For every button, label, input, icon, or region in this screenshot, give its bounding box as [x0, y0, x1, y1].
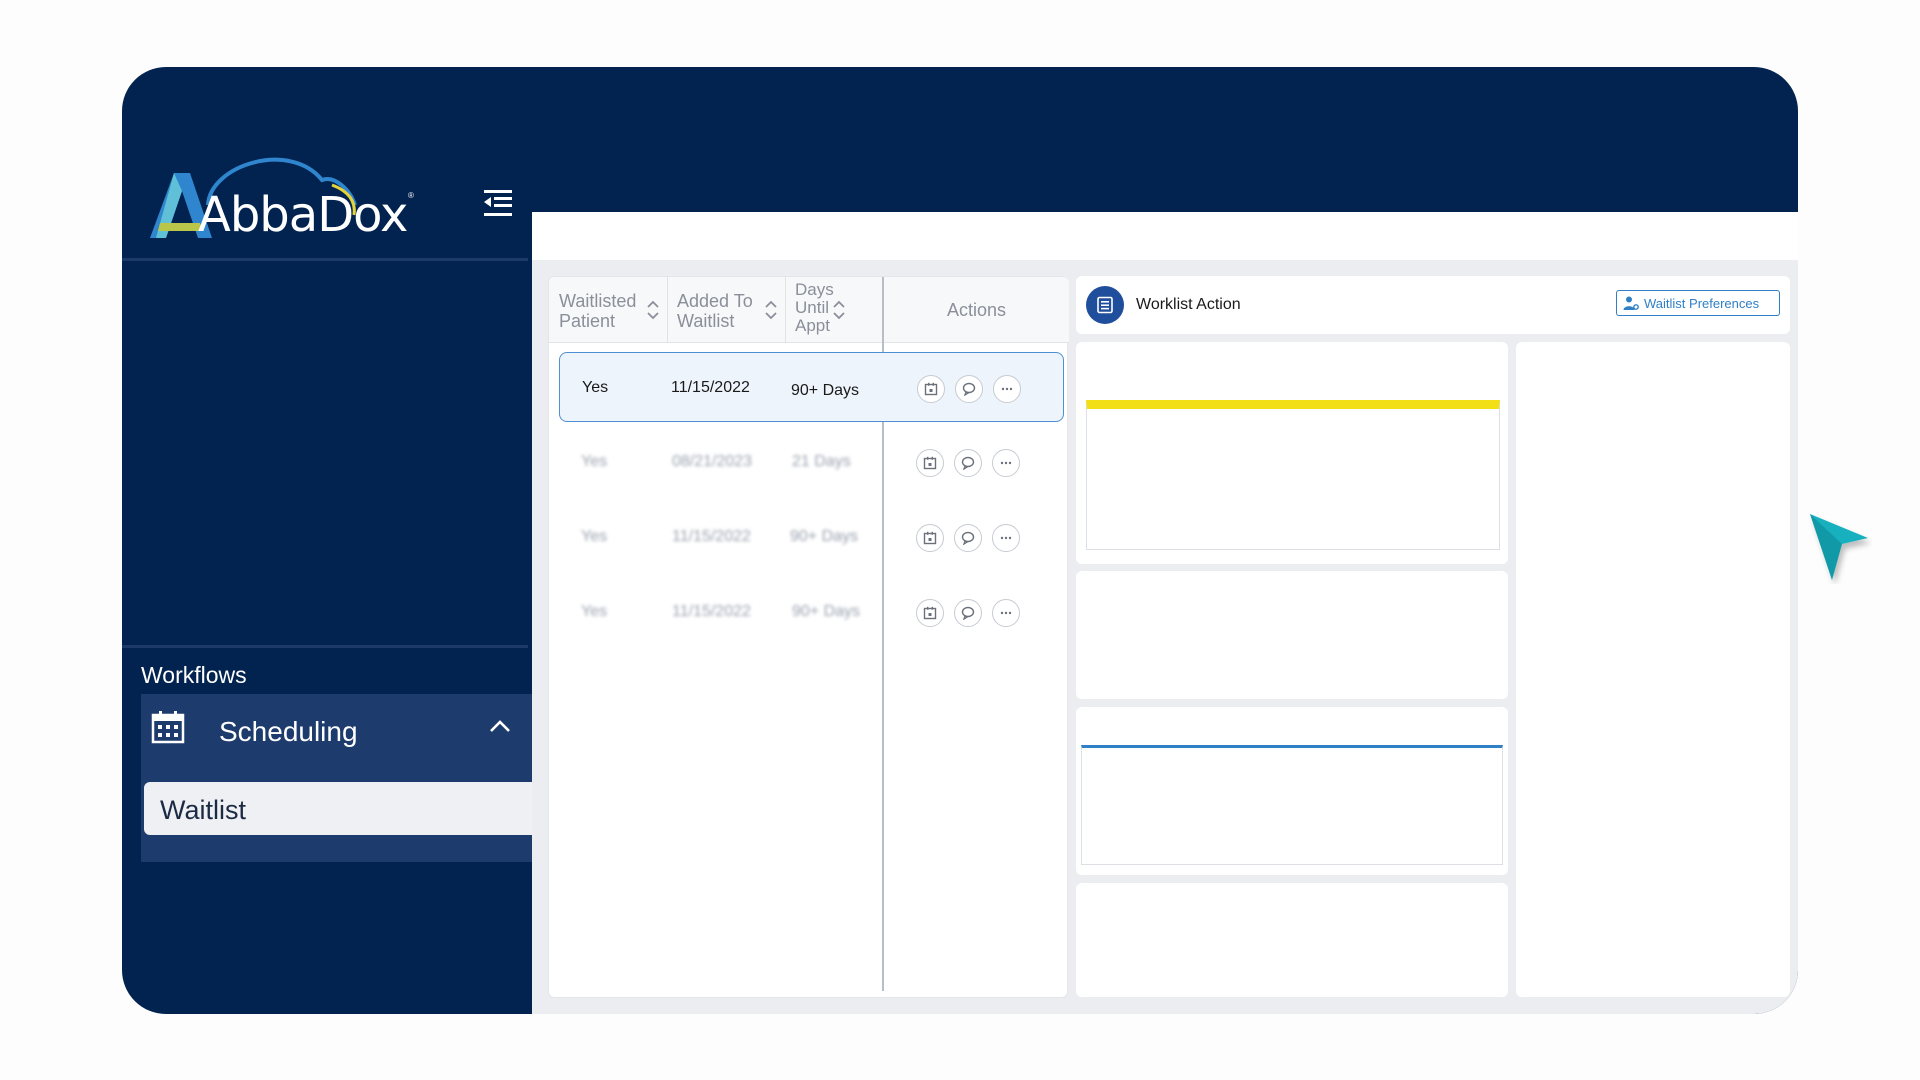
more-icon: [1000, 611, 1012, 615]
table-header: Waitlisted Patient Added To Waitlist Days U…: [549, 277, 1069, 343]
comment-button[interactable]: [954, 599, 982, 627]
user-settings-icon: [1623, 296, 1639, 310]
comment-icon: [962, 382, 976, 396]
column-days-until-appt[interactable]: Days Until Appt: [785, 277, 882, 343]
chevron-up-icon[interactable]: [486, 714, 514, 738]
cell-days-until: 90+ Days: [791, 382, 860, 399]
column-label: Waitlist: [677, 311, 735, 331]
side-panel: [1516, 342, 1790, 997]
cell-added-date: 08/21/2023: [672, 453, 753, 470]
top-bar: [532, 212, 1798, 260]
column-waitlisted-patient[interactable]: Waitlisted Patient: [549, 277, 667, 343]
cursor-pointer-icon: [1810, 514, 1868, 580]
calendar-icon: [151, 711, 185, 744]
sidebar-item-scheduling[interactable]: Scheduling: [141, 694, 534, 782]
sidebar-divider: [122, 258, 528, 261]
collapse-sidebar-icon[interactable]: [480, 187, 516, 219]
cell-waitlisted: Yes: [582, 379, 609, 396]
column-label: Added To: [677, 291, 753, 311]
cell-added-date: 11/15/2022: [672, 528, 751, 545]
waitlist-preferences-button[interactable]: Waitlist Preferences: [1616, 290, 1780, 316]
calendar-icon: [923, 456, 937, 470]
table-row[interactable]: Yes 11/15/2022 90+ Days: [559, 577, 1064, 647]
logo-wordmark: AbbaDox: [198, 187, 408, 243]
column-label: Appt: [795, 316, 830, 335]
more-icon: [1000, 536, 1012, 540]
main-content: Waitlisted Patient Added To Waitlist Days U…: [532, 260, 1798, 1014]
column-label: Patient: [559, 311, 616, 331]
more-options-button[interactable]: [992, 524, 1020, 552]
calendar-icon: [923, 606, 937, 620]
more-options-button[interactable]: [992, 449, 1020, 477]
sidebar-divider: [122, 645, 528, 648]
cell-days-until: 21 Days: [792, 453, 851, 470]
cell-days-until: 90+ Days: [792, 603, 861, 620]
calendar-icon: [924, 382, 938, 396]
cell-waitlisted: Yes: [581, 453, 608, 470]
schedule-button[interactable]: [916, 524, 944, 552]
column-label: Waitlisted: [559, 291, 637, 311]
worklist-action-header: Worklist Action Waitlist Preferences: [1076, 276, 1790, 334]
app-window: AbbaDox ® Workflows Scheduling Waitlist …: [122, 67, 1798, 1014]
cell-days-until: 90+ Days: [790, 528, 859, 545]
sidebar-item-waitlist[interactable]: Waitlist: [144, 782, 534, 835]
worklist-card: [1076, 571, 1508, 699]
comment-icon: [961, 531, 975, 545]
detail-panel: [1081, 745, 1503, 865]
comment-button[interactable]: [954, 449, 982, 477]
column-added-to-waitlist[interactable]: Added To Waitlist: [667, 277, 785, 343]
worklist-action-title: Worklist Action: [1136, 296, 1241, 313]
more-options-button[interactable]: [992, 599, 1020, 627]
schedule-button[interactable]: [917, 375, 945, 403]
worklist-card: [1076, 883, 1508, 997]
more-icon: [1000, 461, 1012, 465]
waitlist-table: Waitlisted Patient Added To Waitlist Days U…: [548, 276, 1069, 998]
table-row[interactable]: Yes 08/21/2023 21 Days: [559, 427, 1064, 497]
table-row[interactable]: Yes 11/15/2022 90+ Days: [559, 352, 1064, 422]
more-options-button[interactable]: [993, 375, 1021, 403]
more-icon: [1001, 387, 1013, 391]
sidebar-item-label: Scheduling: [219, 716, 358, 747]
sort-icon[interactable]: [832, 299, 846, 321]
comment-icon: [961, 456, 975, 470]
sort-icon[interactable]: [646, 299, 660, 321]
comment-icon: [961, 606, 975, 620]
worklist-card: [1076, 707, 1508, 875]
schedule-button[interactable]: [916, 449, 944, 477]
comment-button[interactable]: [954, 524, 982, 552]
calendar-icon: [923, 531, 937, 545]
column-label: Days: [795, 280, 834, 299]
button-label: Waitlist Preferences: [1644, 296, 1760, 311]
cell-added-date: 11/15/2022: [671, 379, 750, 396]
cell-waitlisted: Yes: [581, 528, 608, 545]
list-icon: [1086, 286, 1124, 324]
cell-added-date: 11/15/2022: [672, 603, 751, 620]
schedule-button[interactable]: [916, 599, 944, 627]
sort-icon[interactable]: [764, 299, 778, 321]
table-row[interactable]: Yes 11/15/2022 90+ Days: [559, 502, 1064, 572]
comment-button[interactable]: [955, 375, 983, 403]
abbadox-logo: AbbaDox ®: [150, 145, 440, 245]
registered-mark: ®: [408, 191, 414, 200]
highlight-panel: [1086, 400, 1500, 550]
sidebar-item-label: Waitlist: [160, 795, 246, 825]
cell-waitlisted: Yes: [581, 603, 608, 620]
worklist-card: [1076, 342, 1508, 564]
workflows-heading: Workflows: [141, 662, 247, 688]
column-actions: Actions: [946, 300, 1007, 320]
column-label: Until: [795, 298, 830, 317]
